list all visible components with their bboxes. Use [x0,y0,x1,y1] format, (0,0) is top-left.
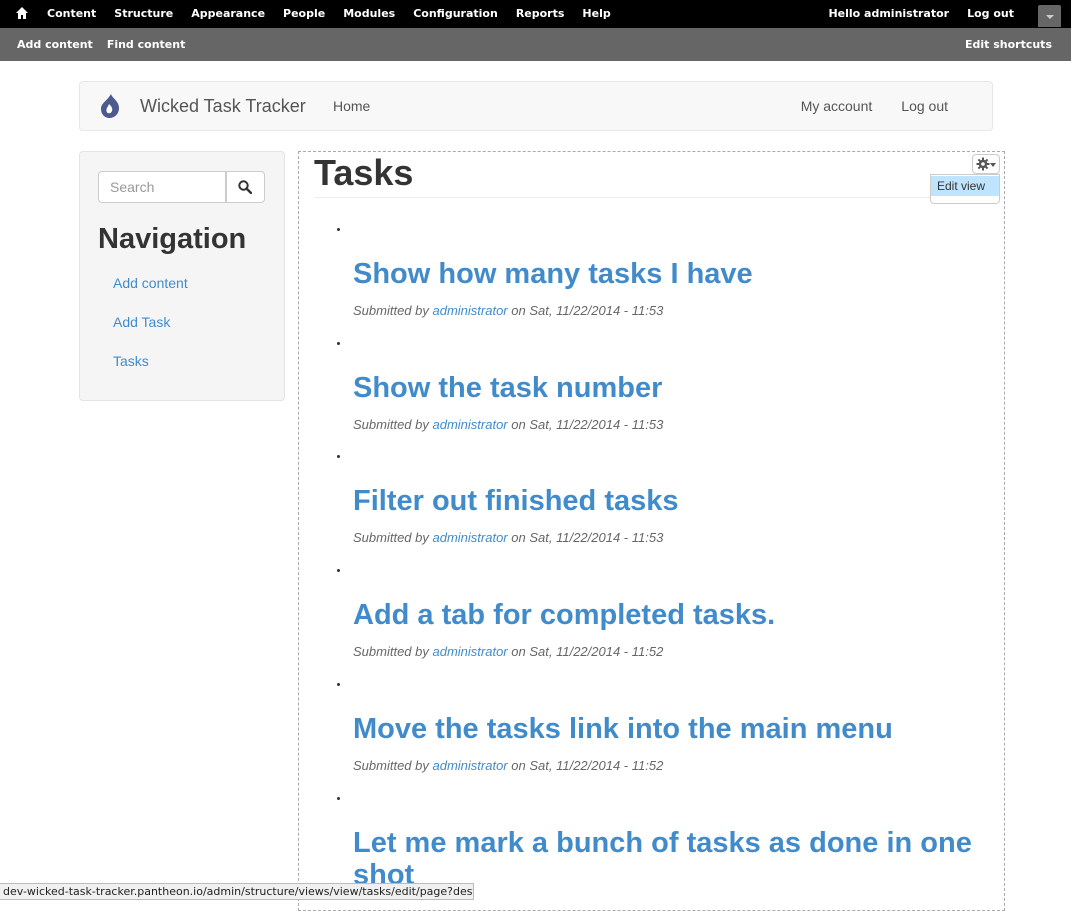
admin-logout-link[interactable]: Log out [967,0,1014,28]
admin-toolbar: Content Structure Appearance People Modu… [0,0,1071,28]
shortcut-find-content[interactable]: Find content [107,28,186,61]
on-label: on [511,758,526,773]
task-title-link[interactable]: Add a tab for completed tasks. [353,599,983,631]
on-label: on [511,303,526,318]
page-title: Tasks [314,152,414,193]
list-bullet [337,455,340,458]
header-logout-link[interactable]: Log out [901,82,948,130]
submitted-by-label: Submitted by [353,530,429,545]
chevron-down-icon [990,163,996,167]
admin-menu-people[interactable]: People [283,0,325,28]
search-input[interactable]: Search [98,171,226,203]
nav-add-content-link[interactable]: Add content [113,275,188,291]
list-bullet [337,342,340,345]
search-icon [238,180,252,194]
task-title-link[interactable]: Show the task number [353,372,983,404]
submitted-info: Submitted by administrator on Sat, 11/22… [353,644,663,659]
submitted-date: Sat, 11/22/2014 - 11:52 [529,758,664,773]
task-title-link[interactable]: Filter out finished tasks [353,485,983,517]
shortcut-add-content[interactable]: Add content [17,28,93,61]
shortcut-bar: Add content Find content Edit shortcuts [0,28,1071,61]
gear-icon [976,157,990,171]
browser-status-bar: dev-wicked-task-tracker.pantheon.io/admi… [0,883,474,900]
author-link[interactable]: administrator [433,644,508,659]
admin-user-area: Hello administrator Log out [810,0,1014,28]
edit-shortcuts-link[interactable]: Edit shortcuts [965,28,1052,61]
submitted-info: Submitted by administrator on Sat, 11/22… [353,303,663,318]
submitted-date: Sat, 11/22/2014 - 11:52 [529,644,664,659]
task-title-link[interactable]: Show how many tasks I have [353,258,983,290]
submitted-date: Sat, 11/22/2014 - 11:53 [529,530,664,545]
nav-add-task-link[interactable]: Add Task [113,314,188,330]
admin-menu-reports[interactable]: Reports [516,0,565,28]
edit-view-link[interactable]: Edit view [931,176,999,196]
admin-menu-configuration[interactable]: Configuration [413,0,498,28]
on-label: on [511,417,526,432]
title-divider [314,197,1002,198]
search-button[interactable] [226,171,265,203]
submitted-by-label: Submitted by [353,417,429,432]
navigation-menu: Add content Add Task Tasks [113,275,188,392]
list-bullet [337,797,340,800]
user-nav: My account Log out [772,82,948,130]
submitted-by-label: Submitted by [353,758,429,773]
admin-menu-modules[interactable]: Modules [343,0,395,28]
sidebar: Search Navigation Add content Add Task T… [79,151,285,401]
submitted-by-label: Submitted by [353,644,429,659]
contextual-menu: Edit view [930,174,1000,204]
list-bullet [337,228,340,231]
list-bullet [337,569,340,572]
task-title-link[interactable]: Move the tasks link into the main menu [353,713,983,745]
list-bullet [337,683,340,686]
nav-tasks-link[interactable]: Tasks [113,353,188,369]
admin-menu-content[interactable]: Content [47,0,96,28]
author-link[interactable]: administrator [433,417,508,432]
admin-menu-help[interactable]: Help [582,0,610,28]
author-link[interactable]: administrator [433,303,508,318]
on-label: on [511,644,526,659]
site-navbar: Wicked Task Tracker Home My account Log … [79,81,993,131]
site-name[interactable]: Wicked Task Tracker [140,82,306,130]
hello-prefix: Hello [828,7,865,20]
my-account-link[interactable]: My account [801,82,873,130]
home-icon[interactable] [15,6,29,20]
navigation-heading: Navigation [98,223,247,255]
contextual-links-button[interactable] [972,154,1000,174]
submitted-date: Sat, 11/22/2014 - 11:53 [529,417,664,432]
submitted-info: Submitted by administrator on Sat, 11/22… [353,758,663,773]
submitted-info: Submitted by administrator on Sat, 11/22… [353,417,663,432]
submitted-date: Sat, 11/22/2014 - 11:53 [529,303,664,318]
admin-menu-structure[interactable]: Structure [114,0,173,28]
shortcuts-toggle-button[interactable] [1038,5,1061,27]
on-label: on [511,530,526,545]
admin-menu-appearance[interactable]: Appearance [191,0,265,28]
admin-menu: Content Structure Appearance People Modu… [47,0,629,28]
submitted-by-label: Submitted by [353,303,429,318]
admin-username[interactable]: administrator [864,7,949,20]
submitted-info: Submitted by administrator on Sat, 11/22… [353,530,663,545]
drupal-logo-icon[interactable] [97,93,123,119]
author-link[interactable]: administrator [433,758,508,773]
author-link[interactable]: administrator [433,530,508,545]
hello-user: Hello administrator [828,0,949,28]
main-content: Tasks Edit view Show how many tasks I ha… [298,151,1005,911]
task-title-link[interactable]: Let me mark a bunch of tasks as done in … [353,827,983,891]
nav-home-link[interactable]: Home [333,82,370,130]
